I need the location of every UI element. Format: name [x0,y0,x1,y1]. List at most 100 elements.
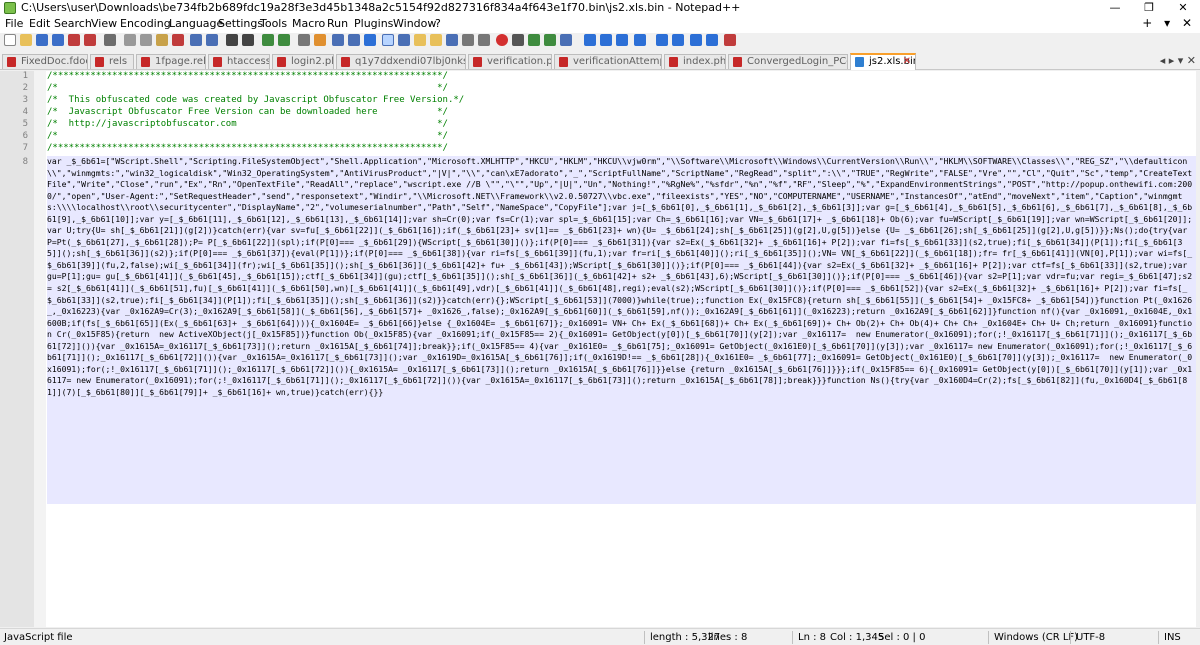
function-list-icon[interactable] [414,34,426,46]
redo-icon[interactable] [206,34,218,46]
menu-run[interactable]: Run [327,17,348,30]
play-macro-icon[interactable] [528,34,540,46]
tab-verificationattempt-php[interactable]: verificationAttempt.php [554,54,662,69]
sync-vertical-icon[interactable] [298,34,310,46]
tab-convergedlogin-pcore-js[interactable]: ConvergedLogin_PCore.js [728,54,848,69]
tab-1fpage-rels[interactable]: 1fpage.rels [136,54,206,69]
code-line-obfuscated-script[interactable]: var _$_6b61=["WScript.Shell","Scripting.… [47,156,1197,504]
sync-horizontal-icon[interactable] [314,34,326,46]
tab-navigation-controls[interactable]: ◂ ▸ ▾ ✕ [1160,54,1196,67]
new-file-icon[interactable] [4,34,16,46]
folder-as-workspace-icon[interactable] [430,34,442,46]
menu-file[interactable]: File [5,17,23,30]
tab-rels[interactable]: rels [90,54,134,69]
status-encoding[interactable]: UTF-8 [1076,632,1105,643]
maximize-button[interactable]: ❐ [1132,0,1166,16]
replace-icon[interactable] [242,34,254,46]
plugin-4-icon[interactable] [634,34,646,46]
monitoring-icon[interactable] [446,34,458,46]
menu-window[interactable]: Window [393,17,436,30]
code-editor[interactable]: 1 2 3 4 5 6 7 8 /***********************… [0,71,1200,627]
tab-login2-php[interactable]: login2.php [272,54,334,69]
menu-settings[interactable]: Settings [218,17,263,30]
run-macro-multiple-icon[interactable] [544,34,556,46]
close-all-icon[interactable] [84,34,96,46]
status-eol-format[interactable]: Windows (CR LF) [994,632,1078,643]
code-line-comment: /* */ [47,83,448,93]
file-icon [141,57,150,67]
file-icon [669,57,678,67]
tab-fixeddoc-fdoc[interactable]: FixedDoc.fdoc [2,54,88,69]
copy-icon[interactable] [140,34,152,46]
zoom-out-icon[interactable] [278,34,290,46]
window-title: C:\Users\user\Downloads\be734fb2b689fdc1… [21,1,741,14]
vertical-scrollbar[interactable] [1196,71,1200,627]
code-line-comment: /***************************************… [47,143,448,153]
plugin-5-icon[interactable] [690,34,702,46]
menu-edit[interactable]: Edit [29,17,50,30]
menu-macro[interactable]: Macro [292,17,325,30]
menu-bar-right-controls[interactable]: + ▾ ✕ [1142,16,1196,30]
plugin-3-icon[interactable] [616,34,628,46]
tab-js2-xls-bin[interactable]: js2.xls.bin ✕ [850,53,916,70]
line-number: 4 [22,107,28,117]
panel-icon[interactable] [462,34,474,46]
open-file-icon[interactable] [20,34,32,46]
code-area[interactable]: /***************************************… [47,71,1197,627]
status-selection: Sel : 0 | 0 [878,632,926,643]
status-insert-mode[interactable]: INS [1164,632,1181,643]
menu-plugins[interactable]: Plugins [354,17,393,30]
tab-label: rels [109,56,128,67]
document-map-icon[interactable] [398,34,410,46]
word-wrap-icon[interactable] [332,34,344,46]
tab-q1y7ddxendi-php[interactable]: q1y7ddxendi07lbj0nksvf4.php [336,54,466,69]
file-icon [855,57,864,67]
show-all-chars-icon[interactable] [348,34,360,46]
status-divider [988,631,989,644]
find-icon[interactable] [226,34,238,46]
plugin-2-icon[interactable] [600,34,612,46]
print-icon[interactable] [104,34,116,46]
tab-close-icon[interactable]: ✕ [903,55,911,68]
tab-label: index.php [683,56,726,67]
line-number: 6 [22,131,28,141]
move-down-icon[interactable] [672,34,684,46]
tab-htaccess[interactable]: htaccess [208,54,270,69]
menu-tools[interactable]: Tools [260,17,287,30]
tab-index-php[interactable]: index.php [664,54,726,69]
tab-label: verification.php [487,56,552,67]
line-number: 2 [22,83,28,93]
file-icon [559,57,568,67]
view-icon[interactable] [478,34,490,46]
plugin-1-icon[interactable] [584,34,596,46]
record-macro-icon[interactable] [496,34,508,46]
delete-icon[interactable] [172,34,184,46]
menu-help[interactable]: ? [435,17,441,30]
save-icon[interactable] [36,34,48,46]
menu-encoding[interactable]: Encoding [120,17,171,30]
save-all-icon[interactable] [52,34,64,46]
user-defined-language-icon[interactable] [382,34,394,46]
save-macro-icon[interactable] [560,34,572,46]
minimize-button[interactable]: — [1098,0,1132,16]
menu-language[interactable]: Language [169,17,223,30]
menu-view[interactable]: View [91,17,117,30]
plugin-6-icon[interactable] [706,34,718,46]
notepadpp-window: C:\Users\user\Downloads\be734fb2b689fdc1… [0,0,1200,645]
code-line-comment: /***************************************… [47,71,448,81]
stop-macro-icon[interactable] [512,34,524,46]
close-button[interactable]: ✕ [1166,0,1200,16]
fold-margin[interactable] [34,71,46,627]
status-line-number: Ln : 8 [798,632,826,643]
tab-verification-php[interactable]: verification.php [468,54,552,69]
cut-icon[interactable] [124,34,136,46]
zoom-in-icon[interactable] [262,34,274,46]
move-up-icon[interactable] [656,34,668,46]
indent-guide-icon[interactable] [364,34,376,46]
close-file-icon[interactable] [68,34,80,46]
paste-icon[interactable] [156,34,168,46]
spellcheck-icon[interactable] [724,34,736,46]
tab-label: FixedDoc.fdoc [21,56,88,67]
menu-search[interactable]: Search [54,17,92,30]
undo-icon[interactable] [190,34,202,46]
